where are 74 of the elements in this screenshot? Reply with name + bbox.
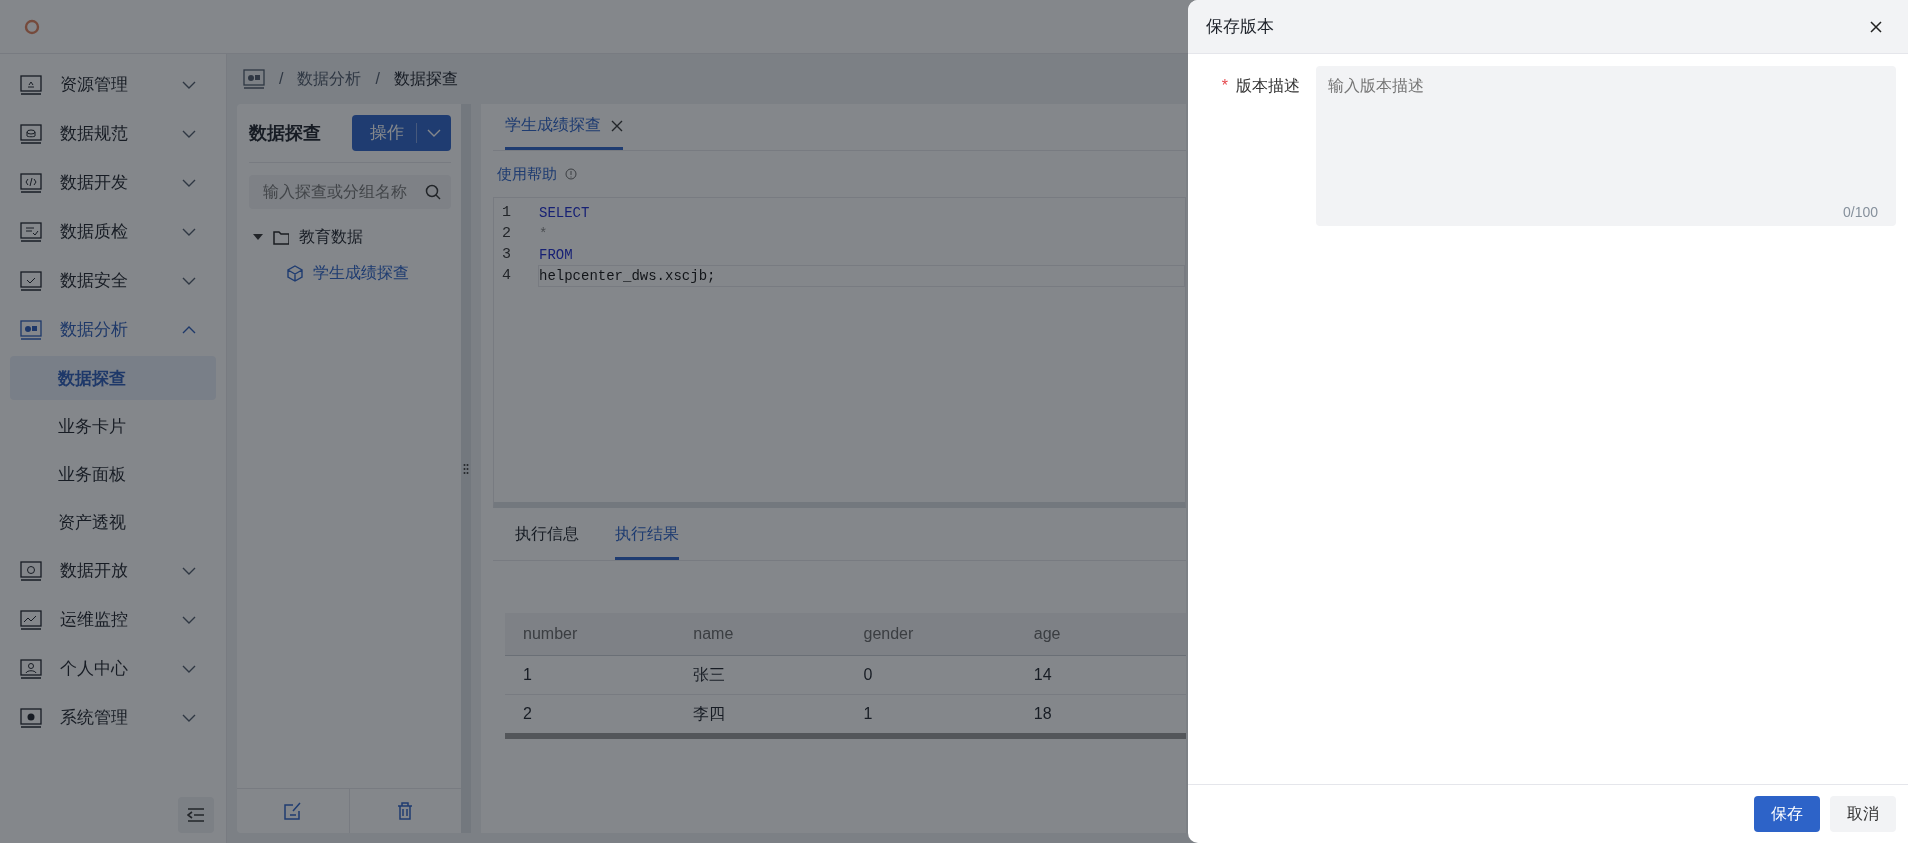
submenu-item[interactable]: 数据探查 (10, 356, 216, 400)
monitor-checklist-icon (20, 221, 42, 242)
monitor-line-chart-icon (20, 609, 42, 630)
breadcrumb-separator: / (375, 70, 380, 88)
monitor-icon (20, 74, 42, 95)
table-cell: 18 (1015, 694, 1186, 736)
monitor-check-icon (20, 270, 42, 291)
help-link[interactable]: 使用帮助 (497, 164, 557, 184)
chevron-down-icon (427, 129, 441, 137)
menu-item[interactable]: 数据分析 (0, 305, 226, 354)
search-field[interactable]: 输入探查或分组名称 (249, 175, 451, 209)
result-tab[interactable]: 执行结果 (615, 512, 679, 560)
folder-icon (273, 228, 289, 246)
tree-item[interactable]: 教育数据 (237, 219, 461, 255)
character-counter: 0/100 (1842, 204, 1878, 220)
trash-icon (397, 802, 414, 820)
submenu-item[interactable]: 业务面板 (10, 452, 216, 496)
breadcrumb-separator: / (279, 70, 284, 88)
menu-collapse-icon (187, 808, 205, 822)
result-tab[interactable]: 执行信息 (515, 512, 579, 560)
action-dropdown-button[interactable]: 操作 (352, 115, 451, 151)
table-cell: 0 (845, 655, 1016, 695)
breadcrumb-current: 数据探查 (393, 68, 458, 89)
submenu-item[interactable]: 业务卡片 (10, 404, 216, 448)
menu-item[interactable]: 数据安全 (0, 256, 226, 305)
menu-item[interactable]: 个人中心 (0, 644, 226, 693)
editor-tab[interactable]: 学生成绩探查 (505, 104, 623, 150)
drawer-title: 保存版本 (1206, 16, 1274, 38)
column-header: gender (845, 613, 1016, 656)
drag-handle-icon[interactable] (463, 462, 469, 475)
column-header: name (675, 613, 846, 656)
menu-item[interactable]: 数据规范 (0, 109, 226, 158)
breadcrumb-link[interactable]: 数据分析 (297, 68, 362, 90)
monitor-database-icon (20, 123, 42, 144)
tree-item[interactable]: 学生成绩探查 (237, 255, 461, 291)
table-cell: 1 (505, 655, 676, 695)
code-line: SELECT (538, 203, 591, 223)
menu-item[interactable]: 数据开放 (0, 546, 226, 595)
table-cell: 14 (1015, 655, 1186, 695)
code-line: * (538, 224, 549, 244)
line-number: 4 (501, 267, 512, 284)
monitor-chart-icon (243, 69, 265, 89)
logo-icon (24, 18, 40, 35)
menu-item[interactable]: 资源管理 (0, 60, 226, 109)
search-icon[interactable] (425, 184, 441, 200)
info-icon (565, 168, 577, 180)
table-cell: 1 (845, 694, 1016, 736)
monitor-code-icon (20, 172, 42, 193)
monitor-chart-icon (20, 319, 42, 340)
column-header: number (505, 613, 676, 656)
table-cell: 张三 (675, 655, 846, 695)
column-header: age (1015, 613, 1186, 656)
code-line: FROM (538, 245, 574, 265)
submenu-item[interactable]: 资产透视 (10, 500, 216, 544)
cube-icon (287, 264, 303, 282)
collapse-button[interactable] (178, 797, 214, 833)
close-icon (1870, 20, 1882, 33)
field-label: * 版本描述 (1220, 76, 1300, 96)
cancel-button[interactable]: 取消 (1830, 796, 1896, 832)
line-number: 2 (501, 225, 512, 242)
monitor-user-icon (20, 658, 42, 679)
table-cell: 李四 (675, 694, 846, 736)
menu-item[interactable]: 数据质检 (0, 207, 226, 256)
line-number: 3 (501, 246, 512, 263)
panel-title: 数据探查 (249, 122, 321, 145)
caret-down-icon[interactable] (253, 232, 263, 242)
save-button[interactable]: 保存 (1754, 796, 1820, 832)
close-icon[interactable] (611, 119, 623, 132)
line-number: 1 (501, 204, 512, 221)
edit-icon (283, 802, 302, 820)
menu-item[interactable]: 系统管理 (0, 693, 226, 742)
table-cell: 2 (505, 694, 676, 736)
menu-item[interactable]: 数据开发 (0, 158, 226, 207)
menu-item[interactable]: 运维监控 (0, 595, 226, 644)
